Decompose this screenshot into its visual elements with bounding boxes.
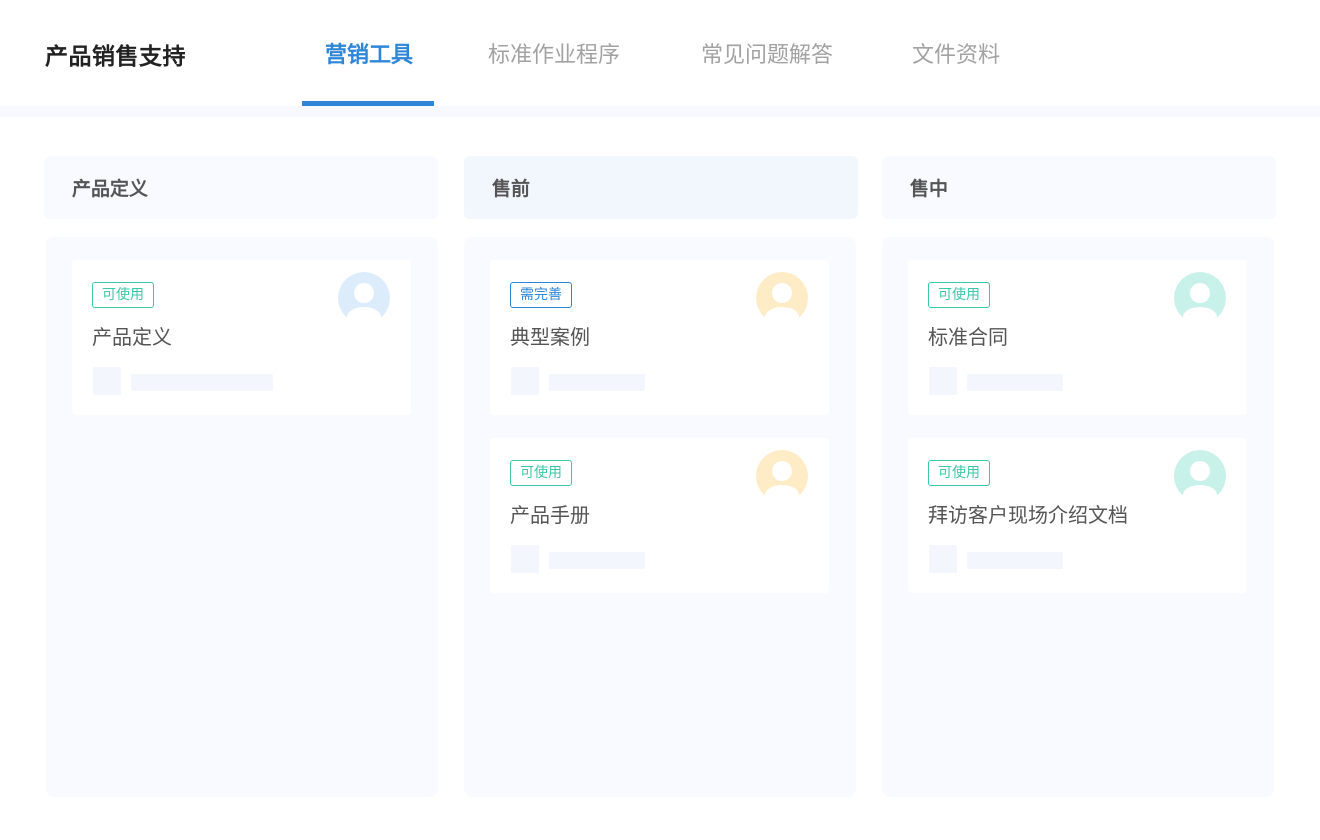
placeholder-text-bar bbox=[131, 374, 273, 391]
card-typical-cases[interactable]: 需完善 典型案例 bbox=[490, 260, 829, 415]
card-title: 产品手册 bbox=[510, 503, 590, 527]
placeholder-text-bar bbox=[549, 552, 645, 569]
top-header: 产品销售支持 营销工具 标准作业程序 常见问题解答 文件资料 bbox=[0, 0, 1320, 106]
placeholder-thumbnail bbox=[929, 545, 957, 573]
card-standard-contract[interactable]: 可使用 标准合同 bbox=[908, 260, 1247, 415]
placeholder-thumbnail bbox=[93, 367, 121, 395]
page: 产品销售支持 营销工具 标准作业程序 常见问题解答 文件资料 产品定义 可使用 … bbox=[0, 0, 1320, 840]
column-header-presales: 售前 bbox=[464, 156, 858, 219]
avatar-icon bbox=[338, 272, 390, 324]
avatar-icon bbox=[756, 272, 808, 324]
column-body-in-sales: 可使用 标准合同 可使用 拜访客户现场介绍文档 bbox=[882, 237, 1274, 797]
column-header-in-sales: 售中 bbox=[882, 156, 1276, 219]
avatar-icon bbox=[1174, 450, 1226, 502]
card-product-definition[interactable]: 可使用 产品定义 bbox=[72, 260, 411, 415]
status-badge: 可使用 bbox=[928, 460, 990, 486]
card-product-manual[interactable]: 可使用 产品手册 bbox=[490, 438, 829, 593]
tab-documents[interactable]: 文件资料 bbox=[912, 37, 1000, 69]
placeholder-text-bar bbox=[967, 374, 1063, 391]
status-badge: 可使用 bbox=[510, 460, 572, 486]
column-header-product-definition: 产品定义 bbox=[44, 156, 438, 219]
tab-faq[interactable]: 常见问题解答 bbox=[701, 37, 833, 69]
placeholder-thumbnail bbox=[511, 367, 539, 395]
avatar-icon bbox=[1174, 272, 1226, 324]
header-divider bbox=[0, 106, 1320, 117]
app-title: 产品销售支持 bbox=[45, 44, 186, 70]
placeholder-text-bar bbox=[967, 552, 1063, 569]
status-badge: 可使用 bbox=[928, 282, 990, 308]
tab-sop[interactable]: 标准作业程序 bbox=[488, 37, 620, 69]
card-client-visit-doc[interactable]: 可使用 拜访客户现场介绍文档 bbox=[908, 438, 1247, 593]
card-title: 标准合同 bbox=[928, 325, 1008, 349]
avatar-icon bbox=[756, 450, 808, 502]
placeholder-text-bar bbox=[549, 374, 645, 391]
status-badge: 需完善 bbox=[510, 282, 572, 308]
tab-marketing-tools[interactable]: 营销工具 bbox=[325, 37, 413, 69]
card-title: 典型案例 bbox=[510, 325, 590, 349]
placeholder-thumbnail bbox=[929, 367, 957, 395]
card-title: 产品定义 bbox=[92, 325, 172, 349]
status-badge: 可使用 bbox=[92, 282, 154, 308]
column-body-product-definition: 可使用 产品定义 bbox=[46, 237, 438, 797]
column-body-presales: 需完善 典型案例 可使用 产品手册 bbox=[464, 237, 856, 797]
card-title: 拜访客户现场介绍文档 bbox=[928, 503, 1128, 527]
placeholder-thumbnail bbox=[511, 545, 539, 573]
